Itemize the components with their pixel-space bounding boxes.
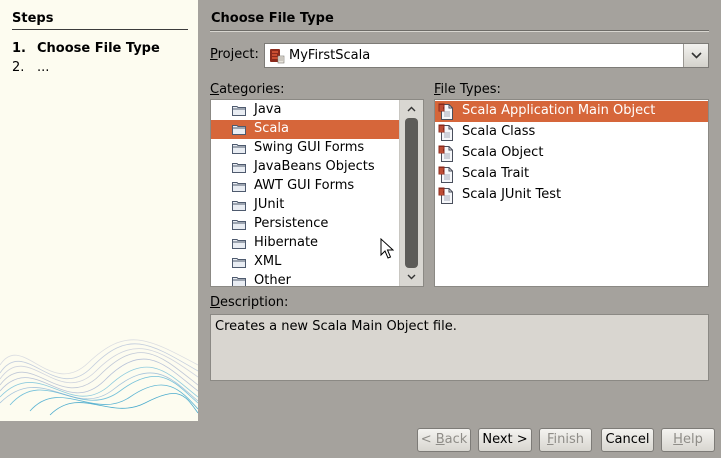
steps-panel: Steps 1. Choose File Type 2.... (0, 0, 198, 421)
finish-button-rest: inish (553, 432, 585, 447)
file-type-label: Scala Trait (462, 166, 530, 181)
category-item-javabeans-objects[interactable]: JavaBeans Objects (211, 158, 399, 177)
file-type-label: Scala Class (462, 124, 536, 139)
project-value: MyFirstScala (289, 48, 371, 63)
scala-project-icon (270, 49, 285, 64)
scrollbar-thumb[interactable] (405, 118, 418, 268)
category-item-awt-gui-forms[interactable]: AWT GUI Forms (211, 177, 399, 196)
file-type-item-scala-object[interactable]: Scala Object (435, 143, 708, 164)
step-item-choose-file-type: 1. Choose File Type (12, 41, 160, 56)
chevron-up-icon (407, 106, 416, 112)
category-item-swing-gui-forms[interactable]: Swing GUI Forms (211, 139, 399, 158)
category-item-java[interactable]: Java (211, 101, 399, 120)
categories-label-rest: ategories: (219, 82, 285, 97)
project-label-rest: roject: (217, 47, 259, 62)
scala-file-icon (438, 124, 453, 141)
folder-icon (232, 163, 246, 173)
help-button-rest: elp (682, 432, 703, 447)
mouse-pointer-icon (380, 238, 394, 259)
back-button-prefix: < (420, 432, 436, 447)
category-item-persistence[interactable]: Persistence (211, 215, 399, 234)
folder-icon (232, 106, 246, 116)
category-label: Scala (254, 121, 289, 136)
project-dropdown-button[interactable] (683, 44, 708, 67)
scala-file-icon (438, 166, 453, 183)
scala-file-icon (438, 187, 453, 204)
category-item-hibernate[interactable]: Hibernate (211, 234, 399, 253)
folder-icon (232, 258, 246, 268)
folder-icon (232, 277, 246, 286)
file-type-label: Scala JUnit Test (462, 187, 562, 202)
category-label: JUnit (254, 197, 285, 212)
help-button-mnemonic: H (673, 432, 683, 447)
step-label: Choose File Type (37, 41, 160, 56)
description-label: Description: (210, 295, 288, 310)
category-label: Hibernate (254, 235, 319, 250)
file-types-label: File Types: (434, 82, 501, 97)
help-button[interactable]: Help (661, 428, 715, 452)
category-label: AWT GUI Forms (254, 178, 355, 193)
category-label: Persistence (254, 216, 329, 231)
scroll-up-button[interactable] (400, 101, 423, 117)
step-number: 1. (12, 41, 26, 56)
category-label: XML (254, 254, 282, 269)
decorative-wave-graphic (0, 339, 198, 416)
file-type-label: Scala Application Main Object (462, 103, 656, 118)
folder-icon (232, 239, 246, 249)
cancel-button[interactable]: Cancel (601, 428, 654, 452)
description-box: Creates a new Scala Main Object file. (210, 314, 709, 381)
steps-title: Steps (12, 11, 54, 26)
description-label-rest: escription: (220, 295, 289, 310)
file-type-item-scala-trait[interactable]: Scala Trait (435, 164, 708, 185)
categories-label: Categories: (210, 82, 284, 97)
description-text: Creates a new Scala Main Object file. (215, 319, 457, 334)
file-types-label-rest: ile Types: (440, 82, 501, 97)
chevron-down-icon (407, 274, 416, 280)
category-item-xml[interactable]: XML (211, 253, 399, 272)
title-divider (210, 30, 709, 32)
back-button-mnemonic: B (435, 432, 445, 447)
category-item-scala[interactable]: Scala (211, 120, 399, 139)
folder-icon (232, 144, 246, 154)
category-item-junit[interactable]: JUnit (211, 196, 399, 215)
project-label-mnemonic: P (210, 47, 218, 62)
folder-icon (232, 182, 246, 192)
scroll-down-button[interactable] (400, 269, 423, 285)
file-type-item-scala-junit-test[interactable]: Scala JUnit Test (435, 185, 708, 206)
category-label: Other (254, 273, 291, 287)
step-item-next: 2.... (12, 60, 49, 75)
page-title: Choose File Type (211, 11, 334, 26)
back-button[interactable]: < Back (417, 428, 471, 452)
project-label: Project: (210, 47, 259, 62)
category-label: JavaBeans Objects (254, 159, 375, 174)
category-label: Swing GUI Forms (254, 140, 365, 155)
file-type-item-scala-class[interactable]: Scala Class (435, 122, 708, 143)
step-label: ... (37, 60, 50, 75)
folder-icon (232, 220, 246, 230)
back-button-rest: ack (444, 432, 468, 447)
file-type-item-scala-application-main-object[interactable]: Scala Application Main Object (435, 101, 708, 122)
chevron-down-icon (690, 52, 702, 59)
categories-scrollbar[interactable] (399, 100, 423, 286)
folder-icon (232, 125, 246, 135)
category-label: Java (254, 102, 282, 117)
finish-button[interactable]: Finish (539, 428, 592, 452)
description-label-mnemonic: D (210, 295, 221, 310)
file-types-list[interactable]: Scala Application Main Object Scala Clas… (434, 99, 709, 287)
steps-divider (12, 29, 188, 30)
step-number: 2. (12, 60, 25, 75)
category-item-other[interactable]: Other (211, 272, 399, 287)
next-button[interactable]: Next > (478, 428, 532, 452)
scala-file-icon (438, 103, 453, 120)
categories-label-mnemonic: C (210, 82, 220, 97)
file-type-label: Scala Object (462, 145, 544, 160)
scala-file-icon (438, 145, 453, 162)
project-combobox[interactable]: MyFirstScala (264, 43, 709, 68)
folder-icon (232, 201, 246, 211)
